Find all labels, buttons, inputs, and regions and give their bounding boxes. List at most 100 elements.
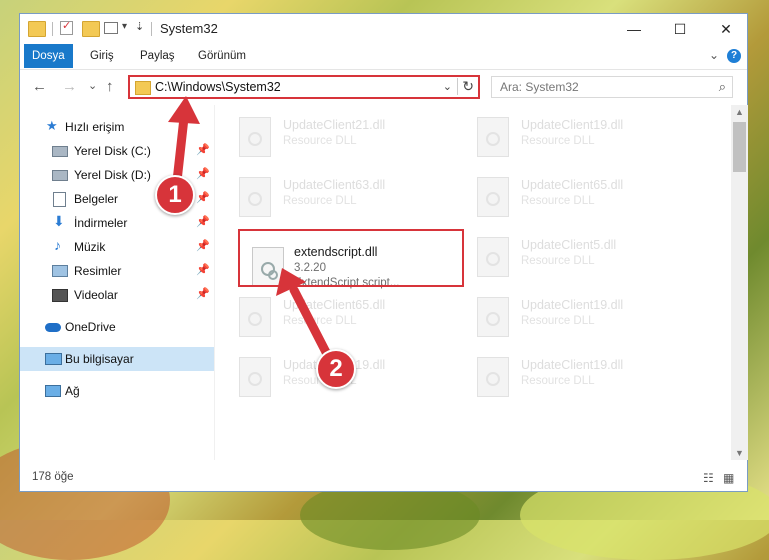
- refresh-button[interactable]: ↻: [457, 78, 474, 95]
- address-dropdown-icon[interactable]: ⌄: [443, 80, 452, 93]
- dll-file-icon: [239, 357, 271, 397]
- sidebar-item-label: Videolar: [74, 288, 118, 302]
- highlight-box: [238, 229, 464, 287]
- expand-ribbon-icon[interactable]: ⌄: [709, 48, 719, 62]
- file-tile[interactable]: UpdateClient65.dll Resource DLL: [225, 291, 455, 345]
- new-folder-icon[interactable]: [82, 21, 100, 37]
- pin-icon[interactable]: 📌: [196, 239, 210, 252]
- drive-icon: [52, 146, 68, 157]
- file-description: Resource DLL: [521, 255, 595, 267]
- videos-icon: [52, 289, 68, 302]
- sidebar-item-label: OneDrive: [65, 320, 116, 334]
- customize-dropdown-icon[interactable]: ▾: [122, 21, 127, 32]
- file-tile[interactable]: UpdateClient19.dll Resource DLL: [463, 291, 693, 345]
- file-tile[interactable]: UpdateClient63.dll Resource DLL: [225, 171, 455, 225]
- up-button[interactable]: ↑: [106, 78, 114, 95]
- divider: [151, 22, 152, 36]
- dll-file-icon: [239, 297, 271, 337]
- pin-icon[interactable]: 📌: [196, 215, 210, 228]
- sidebar-item-videos[interactable]: Videolar 📌: [20, 283, 214, 307]
- window-title: System32: [160, 21, 218, 36]
- back-button[interactable]: ←: [32, 78, 47, 95]
- scroll-up-icon[interactable]: ▲: [735, 107, 744, 117]
- tab-gorunum[interactable]: Görünüm: [190, 44, 254, 68]
- file-description: Resource DLL: [521, 135, 595, 147]
- computer-icon: [45, 353, 62, 365]
- file-description: Resource DLL: [283, 195, 357, 207]
- folder-icon: [135, 81, 151, 95]
- file-tile[interactable]: UpdateClient21.dll Resource DLL: [225, 111, 455, 165]
- close-button[interactable]: ✕: [703, 14, 749, 44]
- file-description: Resource DLL: [283, 135, 357, 147]
- sidebar-item-quick-access[interactable]: ★ Hızlı erişim: [20, 115, 214, 139]
- documents-icon: [53, 192, 66, 207]
- address-bar[interactable]: C:\Windows\System32 ⌄ ↻: [128, 75, 480, 99]
- address-row: ← → ⌄ ↑ C:\Windows\System32 ⌄ ↻ Ara: Sys…: [20, 69, 747, 104]
- divider: [214, 105, 215, 460]
- sidebar-item-network[interactable]: Ağ: [20, 379, 214, 403]
- vertical-scrollbar[interactable]: ▲ ▼: [731, 105, 748, 460]
- file-name: UpdateClient21.dll: [283, 118, 386, 132]
- search-input[interactable]: Ara: System32 ⌕: [491, 76, 733, 98]
- sidebar-item-music[interactable]: ♪ Müzik 📌: [20, 235, 214, 259]
- qa-arrow-icon[interactable]: ⇣: [135, 20, 144, 33]
- pin-icon[interactable]: 📌: [196, 263, 210, 276]
- search-icon[interactable]: ⌕: [719, 79, 726, 95]
- tab-giris[interactable]: Giriş: [82, 44, 122, 68]
- file-name: UpdateClient19.dll: [521, 298, 624, 312]
- maximize-button[interactable]: ☐: [657, 14, 703, 44]
- file-tile[interactable]: UpdateClient65.dll Resource DLL: [463, 171, 693, 225]
- file-name: UpdateClient63.dll: [283, 178, 386, 192]
- scroll-down-icon[interactable]: ▼: [735, 448, 744, 458]
- properties-icon[interactable]: ✓: [60, 20, 73, 35]
- sidebar-item-label: Müzik: [74, 240, 106, 254]
- view-icon[interactable]: [104, 22, 118, 34]
- details-view-icon[interactable]: ☷: [703, 471, 714, 485]
- pin-icon[interactable]: 📌: [196, 143, 210, 156]
- sidebar-item-pictures[interactable]: Resimler 📌: [20, 259, 214, 283]
- sidebar-item-label: Ağ: [65, 384, 80, 398]
- sidebar-item-label: Bu bilgisayar: [65, 352, 134, 366]
- file-name: UpdateClient65.dll: [521, 178, 624, 192]
- file-name: UpdateClient19.dll: [521, 358, 624, 372]
- help-icon[interactable]: ?: [727, 49, 741, 63]
- minimize-button[interactable]: —: [611, 14, 657, 44]
- scroll-thumb[interactable]: [733, 122, 746, 172]
- cloud-icon: [45, 323, 61, 332]
- dll-file-icon: [477, 177, 509, 217]
- sidebar-item-label: Belgeler: [74, 192, 119, 206]
- status-bar: 178 öğe ☷ ▦: [20, 465, 747, 491]
- sidebar-item-onedrive[interactable]: OneDrive: [20, 315, 214, 339]
- dll-file-icon: [239, 117, 271, 157]
- title-bar: ✓ ▾ ⇣ System32 — ☐ ✕: [20, 14, 747, 44]
- file-tile[interactable]: UpdateClient19.dll Resource DLL: [463, 111, 693, 165]
- file-description: Resource DLL: [521, 375, 595, 387]
- sidebar-item-downloads[interactable]: ⬇ İndirmeler 📌: [20, 211, 214, 235]
- sidebar-item-this-pc[interactable]: Bu bilgisayar: [20, 347, 214, 371]
- pin-icon[interactable]: 📌: [196, 167, 210, 180]
- recent-locations-button[interactable]: ⌄: [88, 79, 97, 92]
- sidebar-item-label: Yerel Disk (D:): [74, 168, 151, 182]
- pin-icon[interactable]: 📌: [196, 287, 210, 300]
- downloads-icon: ⬇: [53, 213, 65, 229]
- step-badge-2: 2: [316, 349, 356, 389]
- tab-paylas[interactable]: Paylaş: [132, 44, 183, 68]
- file-name: UpdateClient65.dll: [283, 298, 386, 312]
- large-icons-view-icon[interactable]: ▦: [723, 471, 734, 485]
- file-tile[interactable]: UpdateClient19.dll Resource DLL: [463, 351, 693, 405]
- sidebar-item-disk-c[interactable]: Yerel Disk (C:) 📌: [20, 139, 214, 163]
- tab-dosya[interactable]: Dosya: [24, 44, 73, 68]
- ribbon-tabs: Dosya Giriş Paylaş Görünüm ⌄ ?: [20, 44, 747, 68]
- pin-icon[interactable]: 📌: [196, 191, 210, 204]
- dll-file-icon: [477, 297, 509, 337]
- address-path[interactable]: C:\Windows\System32: [155, 80, 281, 94]
- dll-file-icon: [477, 117, 509, 157]
- file-name: UpdateClient19.dll: [521, 118, 624, 132]
- step-badge-1: 1: [155, 175, 195, 215]
- file-tile[interactable]: UpdateClient5.dll Resource DLL: [463, 231, 693, 285]
- sidebar-item-label: Yerel Disk (C:): [74, 144, 151, 158]
- drive-icon: [52, 170, 68, 181]
- forward-button[interactable]: →: [62, 78, 77, 95]
- file-description: Resource DLL: [283, 315, 357, 327]
- star-icon: ★: [46, 118, 58, 133]
